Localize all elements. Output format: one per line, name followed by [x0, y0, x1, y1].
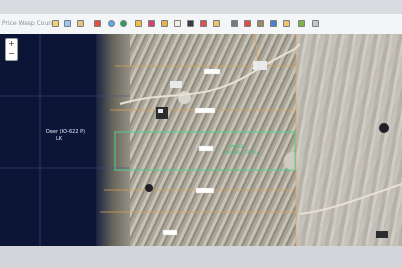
info-icon[interactable]: [187, 20, 194, 27]
building: [158, 109, 163, 113]
help-icon[interactable]: [257, 20, 264, 27]
zoom-out-button[interactable]: −: [6, 49, 17, 59]
parcel-tag: [194, 107, 216, 114]
identify-icon[interactable]: [213, 20, 220, 27]
parcel-label: PARCEL: [229, 144, 246, 150]
zoom-out-icon[interactable]: [148, 20, 155, 27]
clear-icon[interactable]: [283, 20, 290, 27]
pan-icon[interactable]: [120, 20, 127, 27]
building: [253, 61, 267, 70]
building: [170, 81, 182, 88]
parcel-tag: [162, 229, 178, 236]
home-icon[interactable]: [52, 20, 59, 27]
layers-icon[interactable]: [77, 20, 84, 27]
zoom-control: + −: [5, 38, 18, 61]
parcel-tag: [203, 68, 221, 75]
legend-icon[interactable]: [244, 20, 251, 27]
zoom-in-button[interactable]: +: [6, 39, 17, 49]
tree-shadow: [379, 123, 389, 133]
parcel-tag: [198, 145, 214, 152]
search-icon[interactable]: [64, 20, 71, 27]
parcel-tag: [195, 187, 215, 194]
app-title: Price Wasp County: [2, 20, 58, 27]
monitor-bezel: [0, 246, 402, 268]
export-icon[interactable]: [298, 20, 305, 27]
aerial-map[interactable]: Deer (IO-622 P) LK PARCEL ACREAGE TOTAL …: [0, 34, 402, 246]
globe-icon[interactable]: [108, 20, 115, 27]
select-icon[interactable]: [200, 20, 207, 27]
settings-icon[interactable]: [312, 20, 319, 27]
lake-label: Deer (IO-622 P): [46, 129, 85, 135]
road: [299, 183, 402, 215]
lake-label: LK: [56, 136, 63, 142]
screen: Price Wasp County Deer (IO-622 P) LK PAR…: [0, 14, 402, 246]
map-toolbar: Price Wasp County: [0, 14, 402, 35]
zoom-in-icon[interactable]: [135, 20, 142, 27]
share-icon[interactable]: [270, 20, 277, 27]
tree-shadow: [145, 184, 153, 192]
print-icon[interactable]: [94, 20, 101, 27]
measure-icon[interactable]: [161, 20, 168, 27]
parcel-label: ACREAGE TOTAL: [222, 150, 260, 156]
building: [376, 231, 388, 238]
parcel-overlay: Deer (IO-622 P) LK PARCEL ACREAGE TOTAL: [0, 34, 402, 246]
bookmark-icon[interactable]: [231, 20, 238, 27]
draw-icon[interactable]: [174, 20, 181, 27]
